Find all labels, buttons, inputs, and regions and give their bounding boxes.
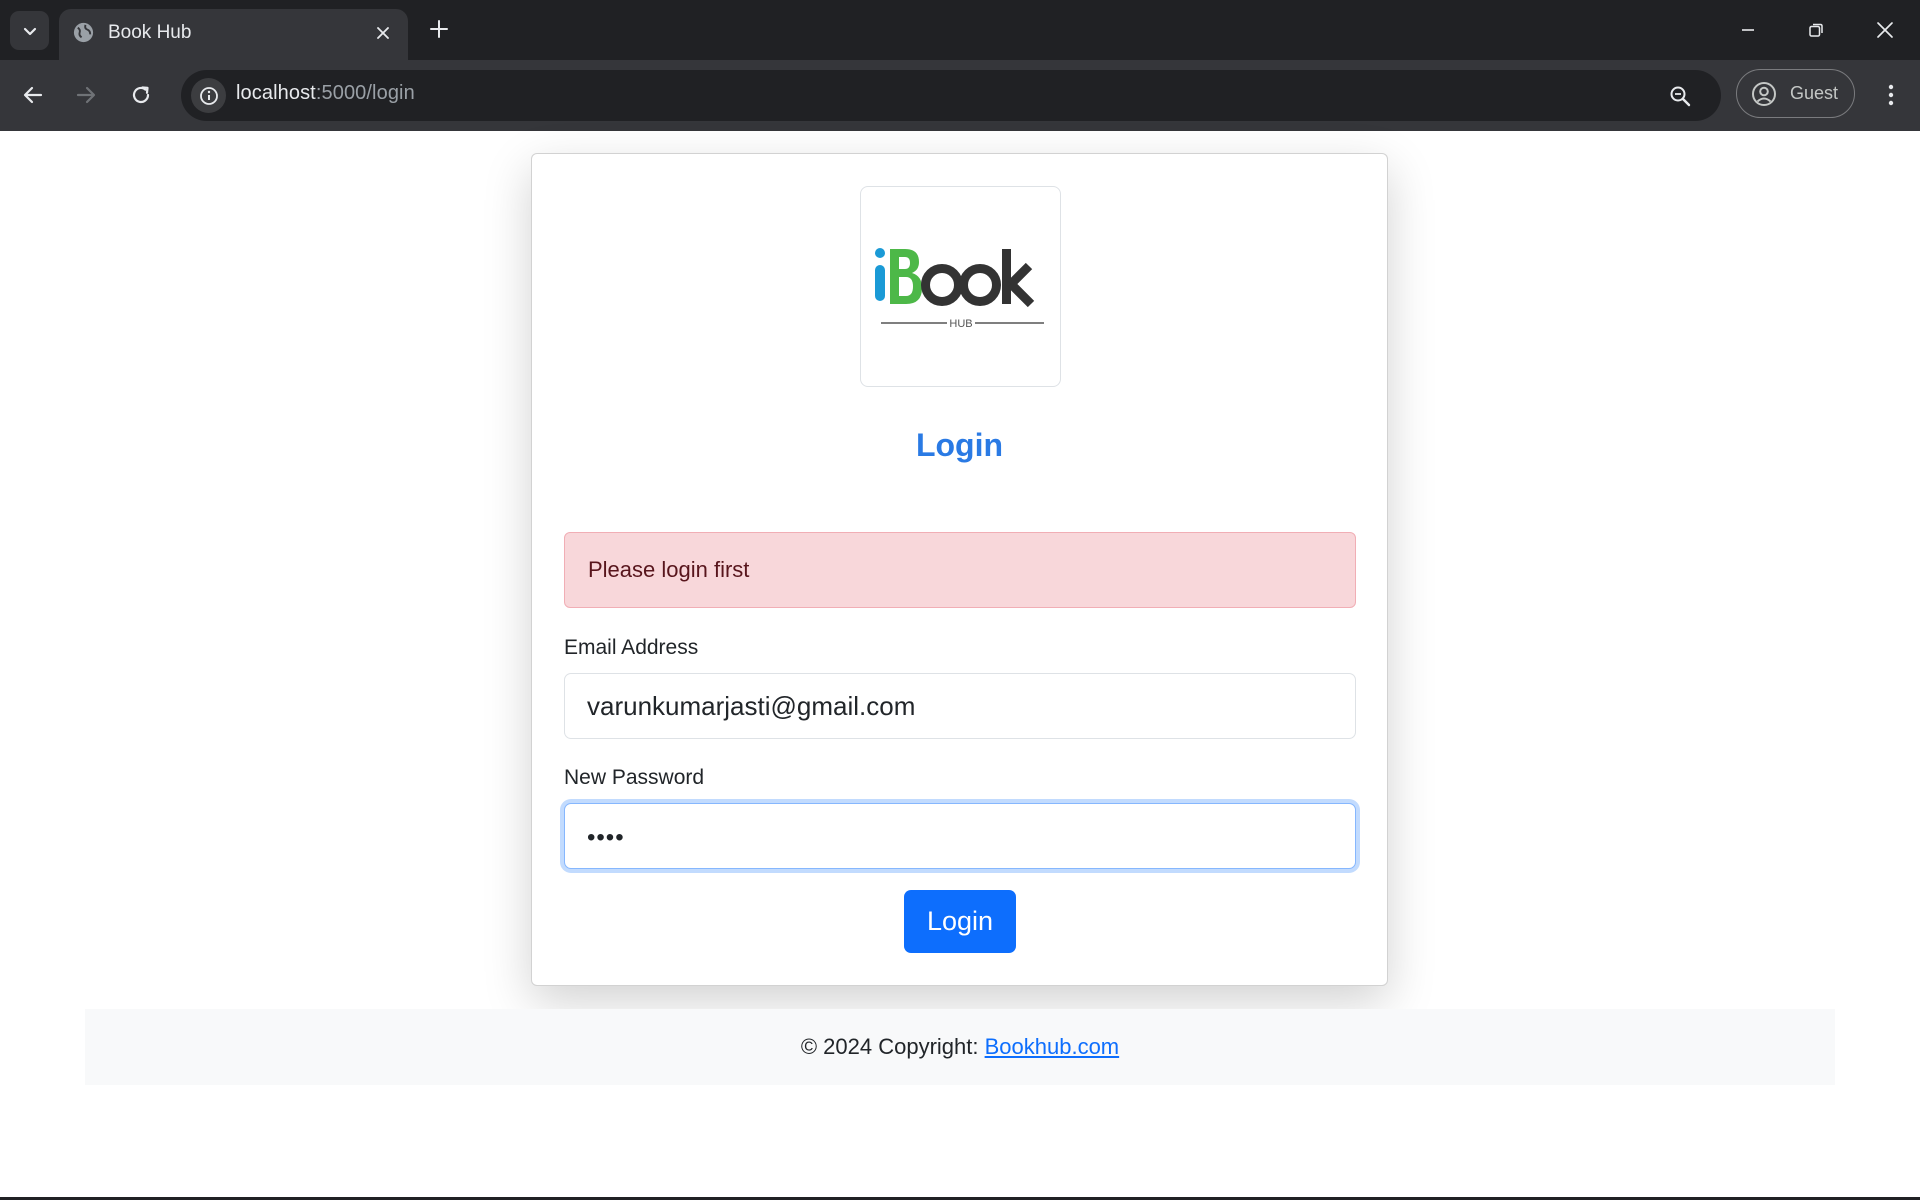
email-field[interactable]: varunkumarjasti@gmail.com <box>564 673 1356 739</box>
reload-icon <box>132 86 150 104</box>
browser-menu-button[interactable] <box>1871 75 1911 115</box>
logo-sub-text: HUB <box>949 318 972 330</box>
profile-button[interactable]: Guest <box>1736 69 1855 118</box>
tab-search-button[interactable] <box>10 11 49 50</box>
address-bar[interactable]: localhost:5000/login <box>181 70 1721 121</box>
page-content: HUB Login Please login first Email Addre… <box>0 131 1920 1200</box>
tab-close-button[interactable] <box>370 20 396 46</box>
email-value: varunkumarjasti@gmail.com <box>587 691 916 721</box>
minimize-icon <box>1742 29 1754 31</box>
info-icon <box>199 86 218 105</box>
footer-copyright: © 2024 Copyright: <box>800 1034 985 1059</box>
minimize-button[interactable] <box>1714 0 1782 60</box>
close-icon <box>1877 22 1893 38</box>
login-card: HUB Login Please login first Email Addre… <box>531 153 1388 986</box>
url-text: localhost:5000/login <box>236 82 415 105</box>
restore-button[interactable] <box>1782 0 1850 60</box>
logo-box: HUB <box>860 186 1061 387</box>
close-icon <box>377 27 389 39</box>
zoom-out-icon <box>1670 86 1691 107</box>
alert-message: Please login first <box>564 532 1356 608</box>
password-field[interactable]: •••• <box>564 803 1356 869</box>
account-circle-icon <box>1752 82 1776 106</box>
reload-button[interactable] <box>121 75 161 115</box>
page-title: Login <box>915 427 1004 463</box>
url-path: :5000/login <box>315 82 415 104</box>
arrow-left-icon <box>23 86 43 104</box>
email-label: Email Address <box>564 636 699 659</box>
password-label: New Password <box>564 766 705 789</box>
zoom-button[interactable] <box>1664 80 1696 112</box>
url-host: localhost <box>236 82 316 104</box>
forward-button[interactable] <box>66 75 106 115</box>
tab-title: Book Hub <box>108 22 192 43</box>
more-vert-icon <box>1888 84 1894 106</box>
chevron-down-icon <box>23 27 36 35</box>
new-tab-button[interactable] <box>424 14 454 44</box>
browser-titlebar: Book Hub <box>0 0 1920 60</box>
profile-label: Guest <box>1790 83 1839 103</box>
login-button[interactable]: Login <box>904 890 1016 953</box>
password-value: •••• <box>587 824 625 851</box>
restore-icon <box>1809 23 1823 37</box>
close-window-button[interactable] <box>1851 0 1919 60</box>
browser-toolbar: localhost:5000/login Guest <box>0 60 1920 132</box>
site-info-button[interactable] <box>191 78 226 113</box>
browser-tab[interactable]: Book Hub <box>59 9 408 60</box>
footer: © 2024 Copyright: Bookhub.com <box>85 1009 1835 1085</box>
back-button[interactable] <box>13 75 53 115</box>
globe-icon <box>73 22 94 43</box>
bookhub-logo: HUB <box>875 248 1044 330</box>
footer-link[interactable]: Bookhub.com <box>985 1034 1120 1059</box>
arrow-right-icon <box>76 86 96 104</box>
plus-icon <box>430 20 448 38</box>
